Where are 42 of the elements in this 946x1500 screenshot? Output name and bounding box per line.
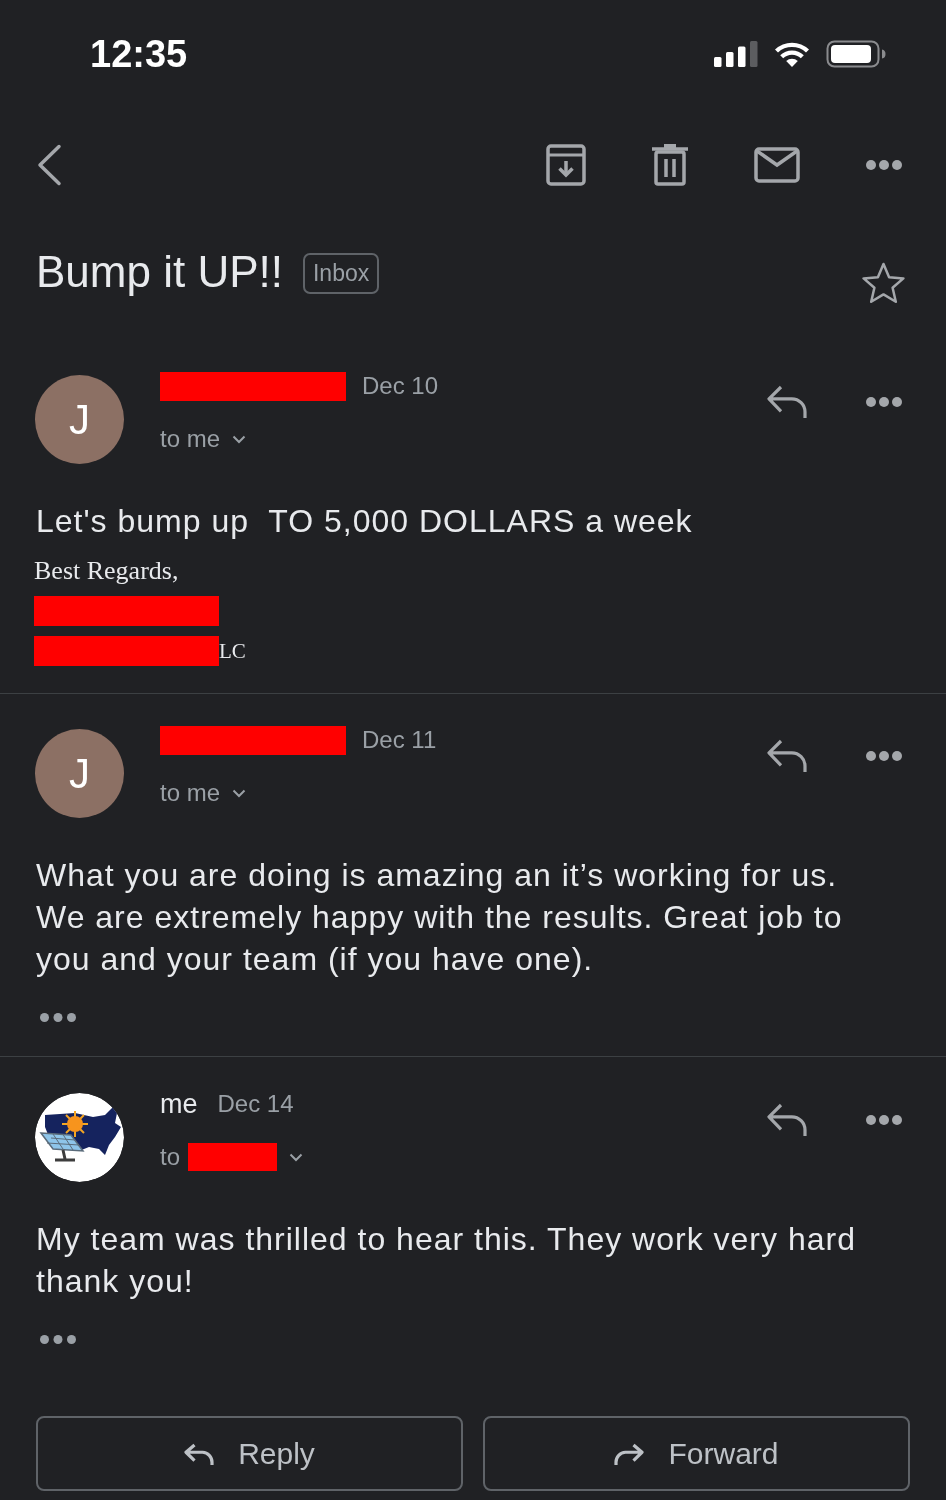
trash-icon[interactable] [652,144,688,186]
subject-title: Bump it UP!! [36,246,283,298]
recipient-toggle[interactable]: to [160,1141,303,1173]
reply-icon[interactable] [767,739,807,772]
sender-avatar: J [35,729,124,818]
more-icon[interactable] [866,1114,902,1125]
sender-name: me [160,1088,198,1120]
mail-icon[interactable] [754,147,800,183]
chevron-down-icon[interactable] [232,788,247,798]
forward-icon [614,1442,645,1465]
message-body: Let's bump up TO 5,000 DOLLARS a week [35,502,694,541]
chevron-down-icon[interactable] [232,434,247,444]
ellipsis-icon[interactable] [40,1335,76,1344]
message-date: Dec 11 [362,726,437,754]
solar-panel-logo-icon [35,1093,124,1182]
message-date: Dec 10 [362,372,439,400]
chevron-down-icon[interactable] [289,1152,303,1162]
signature-line: Best Regards, [34,556,179,586]
archive-icon[interactable] [546,144,586,186]
reply-icon[interactable] [767,1103,807,1136]
inbox-label[interactable]: Inbox [302,253,380,294]
ellipsis-icon[interactable] [40,1013,76,1022]
reply-icon[interactable] [767,385,807,418]
battery-icon [826,40,886,68]
signal-icon [714,41,758,67]
status-time: 12:35 [90,32,188,76]
forward-button[interactable]: Forward [483,1416,910,1491]
message-body: What you are doing is amazing an it’s working for us. We are extremely happy with the results. Great job to you and your team (if you have one). [35,856,844,979]
more-icon[interactable] [866,160,902,170]
reply-icon [184,1442,215,1465]
reply-button[interactable]: Reply [36,1416,463,1491]
back-icon[interactable] [36,144,62,186]
more-icon[interactable] [866,750,902,761]
star-icon[interactable] [862,262,905,305]
message-date: Dec 14 [217,1090,294,1118]
recipient-toggle[interactable]: to me [160,777,247,809]
message-body: My team was thrilled to hear this. They work very hard thank you! [35,1220,857,1301]
signature-line: LC [219,638,246,664]
wifi-icon [775,41,809,67]
sender-avatar: J [35,375,124,464]
recipient-toggle[interactable]: to me [160,423,247,455]
more-icon[interactable] [866,396,902,407]
